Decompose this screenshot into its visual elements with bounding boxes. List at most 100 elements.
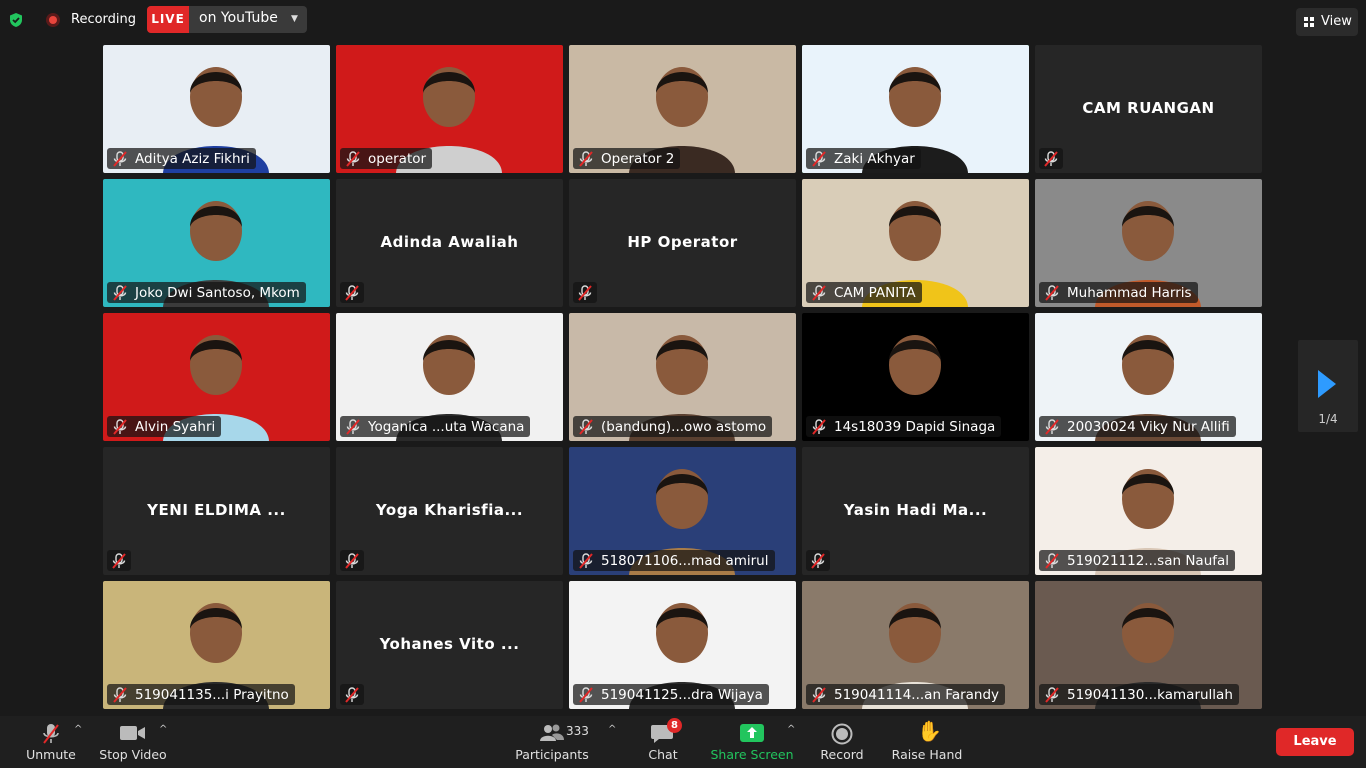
unmute-button[interactable]: Unmute [22, 716, 80, 768]
view-button[interactable]: View [1296, 8, 1358, 36]
participant-label: (bandung)...owo astomo [573, 416, 773, 437]
participant-name: Yohanes Vito ... [379, 635, 520, 653]
video-options-chevron-icon[interactable]: ^ [159, 724, 167, 735]
participant-label: 519041135...i Prayitno [107, 684, 295, 705]
participant-label-text: Alvin Syahri [135, 418, 216, 435]
next-page-button[interactable]: 1/4 [1298, 340, 1358, 432]
participant-tile[interactable]: 519041135...i Prayitno [103, 581, 330, 709]
participant-label: Aditya Aziz Fikhri [107, 148, 256, 169]
participant-tile[interactable]: 519021112...san Naufal [1035, 447, 1262, 575]
participant-tile[interactable]: Aditya Aziz Fikhri [103, 45, 330, 173]
participant-tile[interactable]: Yohanes Vito ... [336, 581, 563, 709]
participant-label [573, 282, 597, 303]
participant-label [340, 550, 364, 571]
share-screen-label: Share Screen [710, 747, 794, 762]
participant-tile[interactable]: CAM PANITA [802, 179, 1029, 307]
participant-tile[interactable]: Yoganica ...uta Wacana [336, 313, 563, 441]
participant-label [340, 684, 364, 705]
participants-button[interactable]: 333 Participants [512, 716, 592, 768]
participant-tile[interactable]: 14s18039 Dapid Sinaga [802, 313, 1029, 441]
participant-tile[interactable]: 518071106...mad amirul [569, 447, 796, 575]
muted-microphone-icon [110, 552, 128, 570]
participant-tile[interactable]: Operator 2 [569, 45, 796, 173]
participant-tile[interactable]: CAM RUANGAN [1035, 45, 1262, 173]
muted-microphone-icon [810, 150, 828, 168]
participant-tile[interactable]: Joko Dwi Santoso, Mkom [103, 179, 330, 307]
chevron-down-icon: ▼ [291, 14, 298, 24]
recording-dot-icon[interactable] [46, 13, 60, 27]
participant-label-text: 14s18039 Dapid Sinaga [834, 418, 996, 435]
participant-tile[interactable]: 519041114...an Farandy [802, 581, 1029, 709]
participant-tile[interactable]: 519041130...kamarullah [1035, 581, 1262, 709]
participant-label-text: Aditya Aziz Fikhri [135, 150, 250, 167]
muted-microphone-icon [1043, 686, 1061, 704]
stop-video-label: Stop Video [99, 747, 167, 762]
participant-tile[interactable]: Muhammad Harris [1035, 179, 1262, 307]
raise-hand-button[interactable]: ✋ Raise Hand [888, 716, 966, 768]
participant-label [1039, 148, 1063, 169]
participant-label-text: 519021112...san Naufal [1067, 552, 1230, 569]
participants-icon [540, 724, 564, 741]
participant-tile[interactable]: HP Operator [569, 179, 796, 307]
participant-name: Adinda Awaliah [380, 233, 519, 251]
participant-tile[interactable]: operator [336, 45, 563, 173]
participant-tile[interactable]: 519041125...dra Wijaya [569, 581, 796, 709]
muted-microphone-icon [344, 418, 362, 436]
participant-label-text: Joko Dwi Santoso, Mkom [135, 284, 300, 301]
participant-label-text: Yoganica ...uta Wacana [368, 418, 525, 435]
participant-label-text: 519041135...i Prayitno [135, 686, 289, 703]
record-button[interactable]: Record [816, 716, 868, 768]
muted-microphone-icon [111, 284, 129, 302]
participant-label-text: operator [368, 150, 427, 167]
participant-label-text: (bandung)...owo astomo [601, 418, 767, 435]
muted-microphone-icon [343, 284, 361, 302]
muted-microphone-icon [810, 686, 828, 704]
participant-label: Muhammad Harris [1039, 282, 1198, 303]
participant-tile[interactable]: Adinda Awaliah [336, 179, 563, 307]
participant-label: 519041125...dra Wijaya [573, 684, 769, 705]
muted-microphone-icon [809, 552, 827, 570]
participants-count: 333 [566, 724, 589, 738]
muted-microphone-icon [1043, 552, 1061, 570]
participant-video-grid: Aditya Aziz Fikhri operator Operator 2 Zaki… [103, 45, 1262, 709]
participant-tile[interactable]: (bandung)...owo astomo [569, 313, 796, 441]
chat-button[interactable]: 8 Chat [642, 716, 684, 768]
participant-label: 519021112...san Naufal [1039, 550, 1236, 571]
participant-label-text: CAM PANITA [834, 284, 916, 301]
stop-video-button[interactable]: Stop Video [98, 716, 168, 768]
audio-options-chevron-icon[interactable]: ^ [74, 724, 82, 735]
participant-tile[interactable]: Zaki Akhyar [802, 45, 1029, 173]
participant-tile[interactable]: 20030024 Viky Nur Allifi [1035, 313, 1262, 441]
page-indicator: 1/4 [1318, 412, 1338, 426]
record-label: Record [820, 747, 864, 762]
encryption-shield-icon[interactable] [8, 12, 24, 28]
muted-microphone-icon [810, 418, 828, 436]
participant-label [340, 282, 364, 303]
leave-meeting-button[interactable]: Leave [1276, 728, 1354, 756]
record-icon [831, 723, 853, 745]
live-badge: LIVE [147, 6, 189, 33]
participant-label: CAM PANITA [806, 282, 922, 303]
participant-label-text: Operator 2 [601, 150, 675, 167]
participant-label: Yoganica ...uta Wacana [340, 416, 531, 437]
share-options-chevron-icon[interactable]: ^ [787, 724, 795, 735]
chat-unread-badge: 8 [667, 718, 682, 733]
recording-label[interactable]: Recording [71, 12, 136, 27]
raise-hand-label: Raise Hand [891, 747, 963, 762]
muted-microphone-icon [344, 150, 362, 168]
muted-microphone-icon [1042, 150, 1060, 168]
participant-tile[interactable]: Alvin Syahri [103, 313, 330, 441]
participant-name: Yasin Hadi Ma... [843, 501, 988, 519]
live-stream-indicator[interactable]: LIVE on YouTube ▼ [147, 6, 307, 33]
participant-name: Yoga Kharisfia... [375, 501, 524, 519]
participants-options-chevron-icon[interactable]: ^ [608, 724, 616, 735]
participant-label: Joko Dwi Santoso, Mkom [107, 282, 306, 303]
participant-label-text: 518071106...mad amirul [601, 552, 769, 569]
share-screen-button[interactable]: Share Screen [708, 716, 796, 768]
participant-label: Zaki Akhyar [806, 148, 921, 169]
participant-tile[interactable]: Yasin Hadi Ma... [802, 447, 1029, 575]
participant-tile[interactable]: Yoga Kharisfia... [336, 447, 563, 575]
participant-tile[interactable]: YENI ELDIMA ... [103, 447, 330, 575]
video-camera-icon [120, 726, 145, 740]
chat-label: Chat [648, 747, 678, 762]
